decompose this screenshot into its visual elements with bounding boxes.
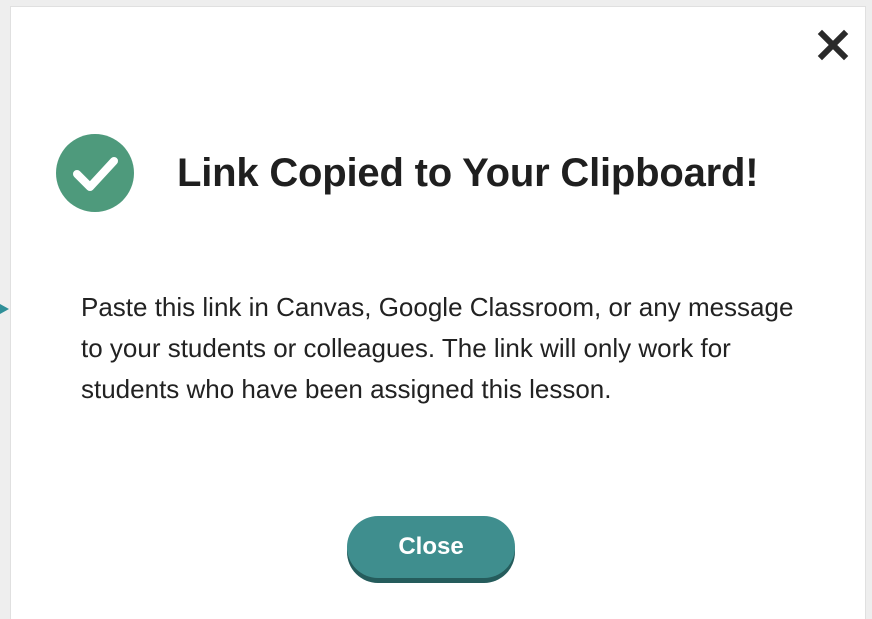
dialog-header: Link Copied to Your Clipboard! [55,133,759,213]
page-backdrop: Link Copied to Your Clipboard! Paste thi… [0,0,872,619]
backdrop-pointer-arrow [0,304,9,314]
close-icon[interactable] [817,29,849,61]
dialog-title: Link Copied to Your Clipboard! [177,150,759,195]
close-button[interactable]: Close [347,516,515,578]
check-circle-icon [55,133,135,213]
dialog-message: Paste this link in Canvas, Google Classr… [81,292,794,404]
link-copied-dialog: Link Copied to Your Clipboard! Paste thi… [10,6,866,619]
